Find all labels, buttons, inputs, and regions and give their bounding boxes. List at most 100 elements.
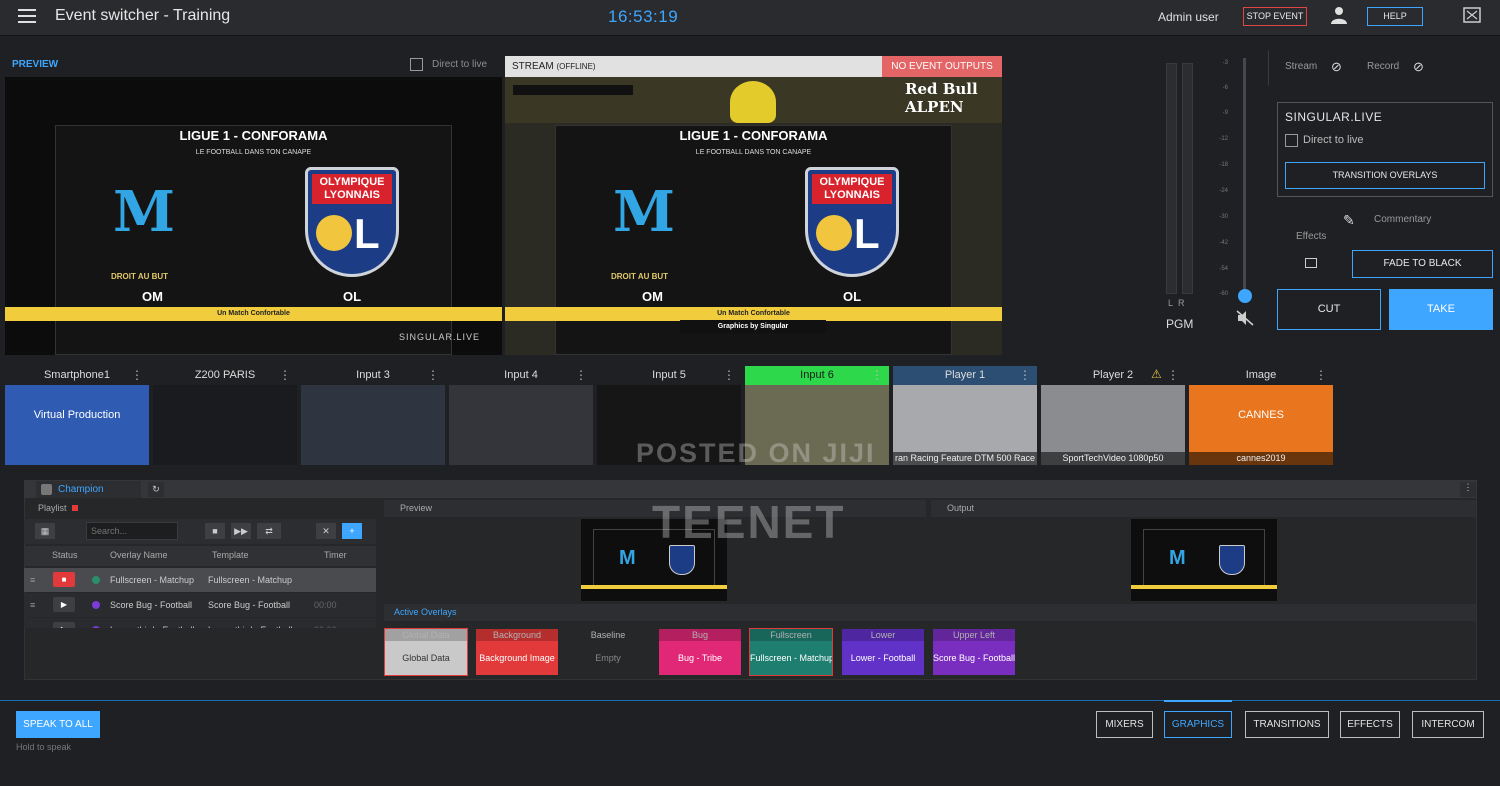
tab-transitions[interactable]: TRANSITIONS [1245, 711, 1329, 738]
volume-fader-knob[interactable] [1238, 289, 1252, 303]
input-thumbnail[interactable] [449, 385, 593, 465]
om-motto: DROIT AU BUT [611, 272, 669, 281]
graphics-credit: Graphics by Singular [680, 320, 826, 333]
stop-event-button[interactable]: STOP EVENT [1243, 7, 1307, 26]
overlay-layer[interactable]: Global Data Global Data [384, 628, 468, 676]
drag-handle-icon[interactable]: ≡ [30, 575, 35, 585]
overlay-timer: 00:00 [314, 625, 337, 628]
input-menu-icon[interactable]: ⋮ [1315, 366, 1327, 385]
graphics-output-thumbnail: M [1131, 519, 1277, 601]
graphics-output-header: Output [931, 500, 1476, 517]
overlay-layer-title: Global Data [385, 629, 467, 641]
input-name: Input 6 [745, 366, 889, 385]
drag-handle-icon[interactable]: ≡ [30, 625, 35, 628]
overlay-layer[interactable]: Lower Lower - Football [841, 628, 925, 676]
more-options-icon[interactable]: ⋮ [1460, 482, 1476, 497]
record-off-icon[interactable]: ⊘ [1413, 59, 1429, 75]
stream-toggle-label: Stream [1285, 61, 1318, 72]
playlist-row[interactable]: ≡ ■ Fullscreen - Matchup Fullscreen - Match… [24, 568, 376, 592]
input-thumbnail[interactable] [301, 385, 445, 465]
input-thumbnail[interactable]: Virtual Production [5, 385, 149, 465]
overlay-layer[interactable]: Fullscreen Fullscreen - Matchup [749, 628, 833, 676]
tab-champion[interactable]: Champion [36, 481, 141, 498]
play-state-icon[interactable]: ■ [53, 572, 75, 587]
input-menu-icon[interactable]: ⋮ [723, 366, 735, 385]
overlay-layer-title: Upper Left [933, 629, 1015, 641]
effects-icon[interactable] [1305, 258, 1317, 268]
input-thumbnail[interactable] [153, 385, 297, 465]
input-source[interactable]: Player 2 ⋮ SportTechVideo 1080p50 ⚠ [1041, 366, 1185, 466]
direct-to-live-checkbox[interactable] [410, 58, 423, 71]
overlay-layer[interactable]: Upper Left Score Bug - Football [932, 628, 1016, 676]
tab-effects[interactable]: EFFECTS [1340, 711, 1400, 738]
ol-name-1: OLYMPIQUE [819, 176, 885, 188]
refresh-icon[interactable]: ↻ [148, 482, 164, 497]
tab-graphics[interactable]: GRAPHICS [1164, 711, 1232, 738]
stop-icon[interactable]: ■ [205, 523, 225, 539]
pgm-label: PGM [1166, 317, 1194, 331]
input-menu-icon[interactable]: ⋮ [427, 366, 439, 385]
fade-to-black-button[interactable]: FADE TO BLACK [1352, 250, 1493, 278]
input-source[interactable]: Input 4 ⋮ [449, 366, 593, 466]
cut-button[interactable]: CUT [1277, 289, 1381, 330]
input-thumbnail[interactable]: ran Racing Feature DTM 500 Race [893, 385, 1037, 465]
help-button[interactable]: HELP [1367, 7, 1423, 26]
drag-handle-icon[interactable]: ≡ [30, 600, 35, 610]
team-home: OM [642, 289, 663, 304]
playlist-row[interactable]: ≡ ▶ Score Bug - Football Score Bug - Footba… [24, 593, 376, 617]
meter-tick: -3 [1222, 60, 1228, 66]
loop-icon[interactable]: ⇄ [257, 523, 281, 539]
overlay-layer-content: Fullscreen - Matchup [750, 641, 832, 675]
input-source[interactable]: Image ⋮ CANNES cannes2019 [1189, 366, 1333, 466]
input-name: Smartphone1 [43, 369, 111, 381]
input-menu-icon[interactable]: ⋮ [575, 366, 587, 385]
fullscreen-icon[interactable] [1463, 7, 1481, 23]
mute-icon[interactable] [1236, 310, 1256, 326]
input-menu-icon[interactable]: ⋮ [131, 366, 143, 385]
overlay-layer-content: Background Image [476, 641, 558, 675]
league-subtitle: LE FOOTBALL DANS TON CANAPE [695, 149, 812, 156]
volume-fader-track[interactable] [1243, 58, 1246, 298]
tab-mixers[interactable]: MIXERS [1096, 711, 1153, 738]
playlist-row[interactable]: ≡ ▶ Lower third - Football Lower third - Fo… [24, 618, 376, 628]
effects-label: Effects [1296, 231, 1327, 242]
take-button[interactable]: TAKE [1389, 289, 1493, 330]
input-source[interactable]: Smartphone1 ⋮ Virtual Production [5, 366, 149, 466]
overlay-layer[interactable]: Background Background Image [475, 628, 559, 676]
preview-label: PREVIEW [12, 59, 59, 70]
search-input[interactable] [86, 522, 178, 540]
input-thumbnail[interactable]: SportTechVideo 1080p50 [1041, 385, 1185, 465]
user-icon[interactable] [1331, 6, 1347, 24]
microphone-off-icon[interactable]: ✎ [1343, 212, 1355, 229]
hold-to-speak-hint: Hold to speak [16, 742, 72, 752]
add-icon[interactable]: + [342, 523, 362, 539]
om-motto: DROIT AU BUT [111, 272, 169, 281]
transition-overlays-button[interactable]: TRANSITION OVERLAYS [1285, 162, 1485, 189]
overlay-color-dot [92, 601, 100, 609]
singular-direct-to-live-checkbox[interactable] [1285, 134, 1298, 147]
overlay-layer[interactable]: Baseline Empty [566, 628, 650, 676]
tab-intercom[interactable]: INTERCOM [1412, 711, 1484, 738]
overlay-layer-content: Global Data [385, 641, 467, 675]
next-icon[interactable]: ▶▶ [231, 523, 251, 539]
delete-icon[interactable]: ✕ [316, 523, 336, 539]
active-tab-indicator [1164, 700, 1232, 702]
play-state-icon[interactable]: ▶ [53, 622, 75, 628]
preview-video[interactable]: LIGUE 1 - CONFORAMA LE FOOTBALL DANS TON… [5, 77, 502, 355]
speak-to-all-button[interactable]: SPEAK TO ALL [16, 711, 100, 738]
input-source[interactable]: Player 1 ⋮ ran Racing Feature DTM 500 Race [893, 366, 1037, 466]
input-source[interactable]: Z200 PARIS ⋮ [153, 366, 297, 466]
input-menu-icon[interactable]: ⋮ [871, 366, 883, 385]
input-thumbnail[interactable]: CANNES cannes2019 [1189, 385, 1333, 465]
stream-off-icon[interactable]: ⊘ [1331, 59, 1347, 75]
grid-view-icon[interactable]: ▦ [35, 523, 55, 539]
input-name: Player 2 [1092, 369, 1134, 381]
input-menu-icon[interactable]: ⋮ [1167, 366, 1179, 385]
input-source[interactable]: Input 3 ⋮ [301, 366, 445, 466]
play-state-icon[interactable]: ▶ [53, 597, 75, 612]
hamburger-menu-icon[interactable] [18, 9, 36, 25]
input-menu-icon[interactable]: ⋮ [279, 366, 291, 385]
ol-crest-icon: OLYMPIQUE LYONNAIS L [805, 167, 899, 277]
overlay-layer[interactable]: Bug Bug - Tribe [658, 628, 742, 676]
input-menu-icon[interactable]: ⋮ [1019, 366, 1031, 385]
